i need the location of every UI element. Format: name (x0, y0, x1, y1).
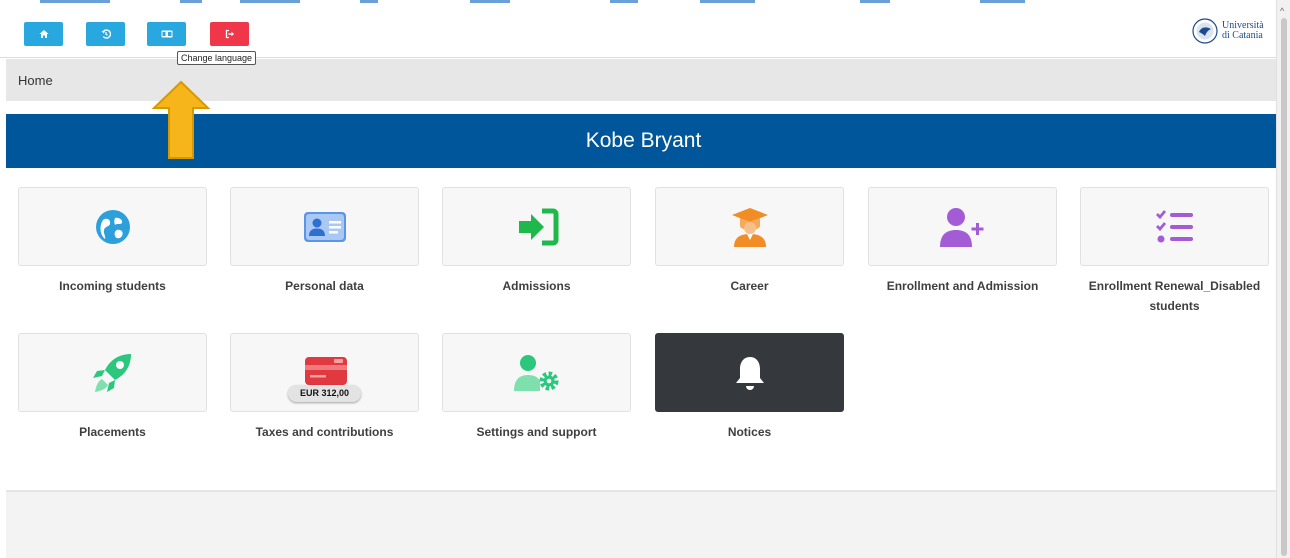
logout-icon (225, 29, 234, 39)
tile-career[interactable] (655, 187, 844, 266)
tile-settings-and-support[interactable] (442, 333, 631, 412)
bell-icon (735, 356, 764, 390)
tile-enrollment-and-admission[interactable] (868, 187, 1057, 266)
home-button[interactable] (24, 22, 63, 46)
id-card-icon (303, 211, 346, 242)
tile-incoming-students[interactable] (18, 187, 207, 266)
tile-label-admissions[interactable]: Admissions (442, 276, 631, 296)
sign-in-icon (518, 208, 558, 245)
page: Università di Catania Change language Ho… (0, 0, 1290, 558)
tile-taxes-and-contributions[interactable]: EUR 312,00 (230, 333, 419, 412)
user-name: Kobe Bryant (585, 129, 702, 152)
vertical-scrollbar[interactable]: ^ (1276, 0, 1290, 558)
tile-personal-data[interactable] (230, 187, 419, 266)
user-plus-icon (939, 207, 983, 247)
top-decorative-strip (0, 0, 1276, 6)
tile-label-notices[interactable]: Notices (655, 422, 844, 442)
change-language-tooltip: Change language (177, 51, 257, 65)
logout-button[interactable] (210, 22, 249, 46)
up-arrow-annotation-icon (151, 80, 211, 159)
footer-area (6, 490, 1276, 558)
scroll-thumb[interactable] (1281, 18, 1287, 556)
user-settings-icon (513, 354, 558, 391)
tile-label-career[interactable]: Career (655, 276, 844, 296)
breadcrumb-home[interactable]: Home (18, 73, 53, 88)
university-logo: Università di Catania (1192, 18, 1264, 44)
tile-admissions[interactable] (442, 187, 631, 266)
history-icon (101, 29, 111, 39)
tile-enrollment-renewal[interactable] (1080, 187, 1269, 266)
logo-line-2: di Catania (1222, 30, 1263, 41)
tile-label-taxes-and-contributions[interactable]: Taxes and contributions (230, 422, 419, 442)
checklist-icon (1155, 209, 1193, 242)
credit-card-icon (305, 357, 347, 385)
tile-placements[interactable] (18, 333, 207, 412)
language-card-icon (161, 30, 172, 38)
history-button[interactable] (86, 22, 125, 46)
university-seal-icon (1192, 18, 1218, 44)
globe-icon (95, 209, 130, 244)
graduate-icon (731, 207, 768, 247)
tax-amount-badge: EUR 312,00 (288, 385, 361, 402)
tile-label-incoming-students[interactable]: Incoming students (18, 276, 207, 296)
tile-notices[interactable] (655, 333, 844, 412)
top-toolbar: Università di Catania (0, 0, 1276, 58)
tile-label-settings-and-support[interactable]: Settings and support (442, 422, 631, 442)
scroll-up-icon[interactable]: ^ (1280, 6, 1284, 16)
change-language-button[interactable] (147, 22, 186, 46)
rocket-icon (92, 353, 131, 392)
tile-label-enrollment-and-admission[interactable]: Enrollment and Admission (868, 276, 1057, 296)
home-icon (39, 30, 48, 38)
tile-label-placements[interactable]: Placements (18, 422, 207, 442)
tile-label-personal-data[interactable]: Personal data (230, 276, 419, 296)
tile-label-enrollment-renewal[interactable]: Enrollment Renewal_Disabled students (1080, 276, 1269, 316)
